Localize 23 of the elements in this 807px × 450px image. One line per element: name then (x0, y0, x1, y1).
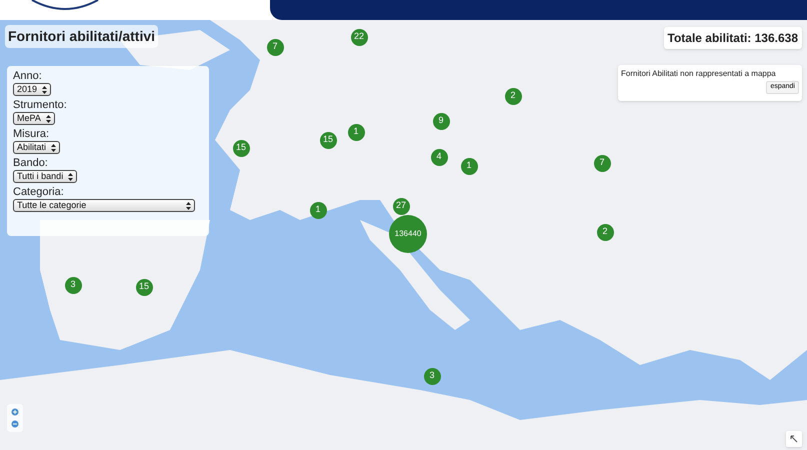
map-title: Fornitori abilitati/attivi (5, 25, 158, 48)
select-dropdown[interactable]: MePA (13, 112, 55, 125)
fullscreen-icon (790, 435, 798, 443)
filter-label: Anno: (13, 70, 43, 83)
stepper-icon (68, 172, 74, 180)
total-label: Totale abilitati: 136.638 (664, 27, 802, 49)
filter-label: Strumento: (13, 99, 68, 112)
stepper-icon (42, 86, 48, 94)
zoom-out-icon[interactable] (11, 420, 19, 428)
logo-icon (30, 0, 100, 12)
fullscreen-button[interactable] (786, 431, 802, 447)
zoom-in-icon[interactable] (11, 408, 19, 416)
filter-label: Bando: (13, 157, 49, 170)
stepper-icon (51, 144, 56, 152)
stepper-icon (186, 202, 191, 210)
select-dropdown[interactable]: Tutte le categorie (13, 199, 195, 212)
select-dropdown[interactable]: Abilitati (13, 141, 60, 154)
select-dropdown[interactable]: Tutti i bandi (13, 170, 78, 183)
filter-label: Misura: (13, 128, 50, 141)
panel-title: Fornitori Abilitati non rappresentati a mappa (621, 68, 777, 80)
filter-label: Categoria: (13, 186, 65, 199)
stepper-icon (46, 114, 51, 122)
select-dropdown[interactable]: 2019 (13, 83, 52, 96)
